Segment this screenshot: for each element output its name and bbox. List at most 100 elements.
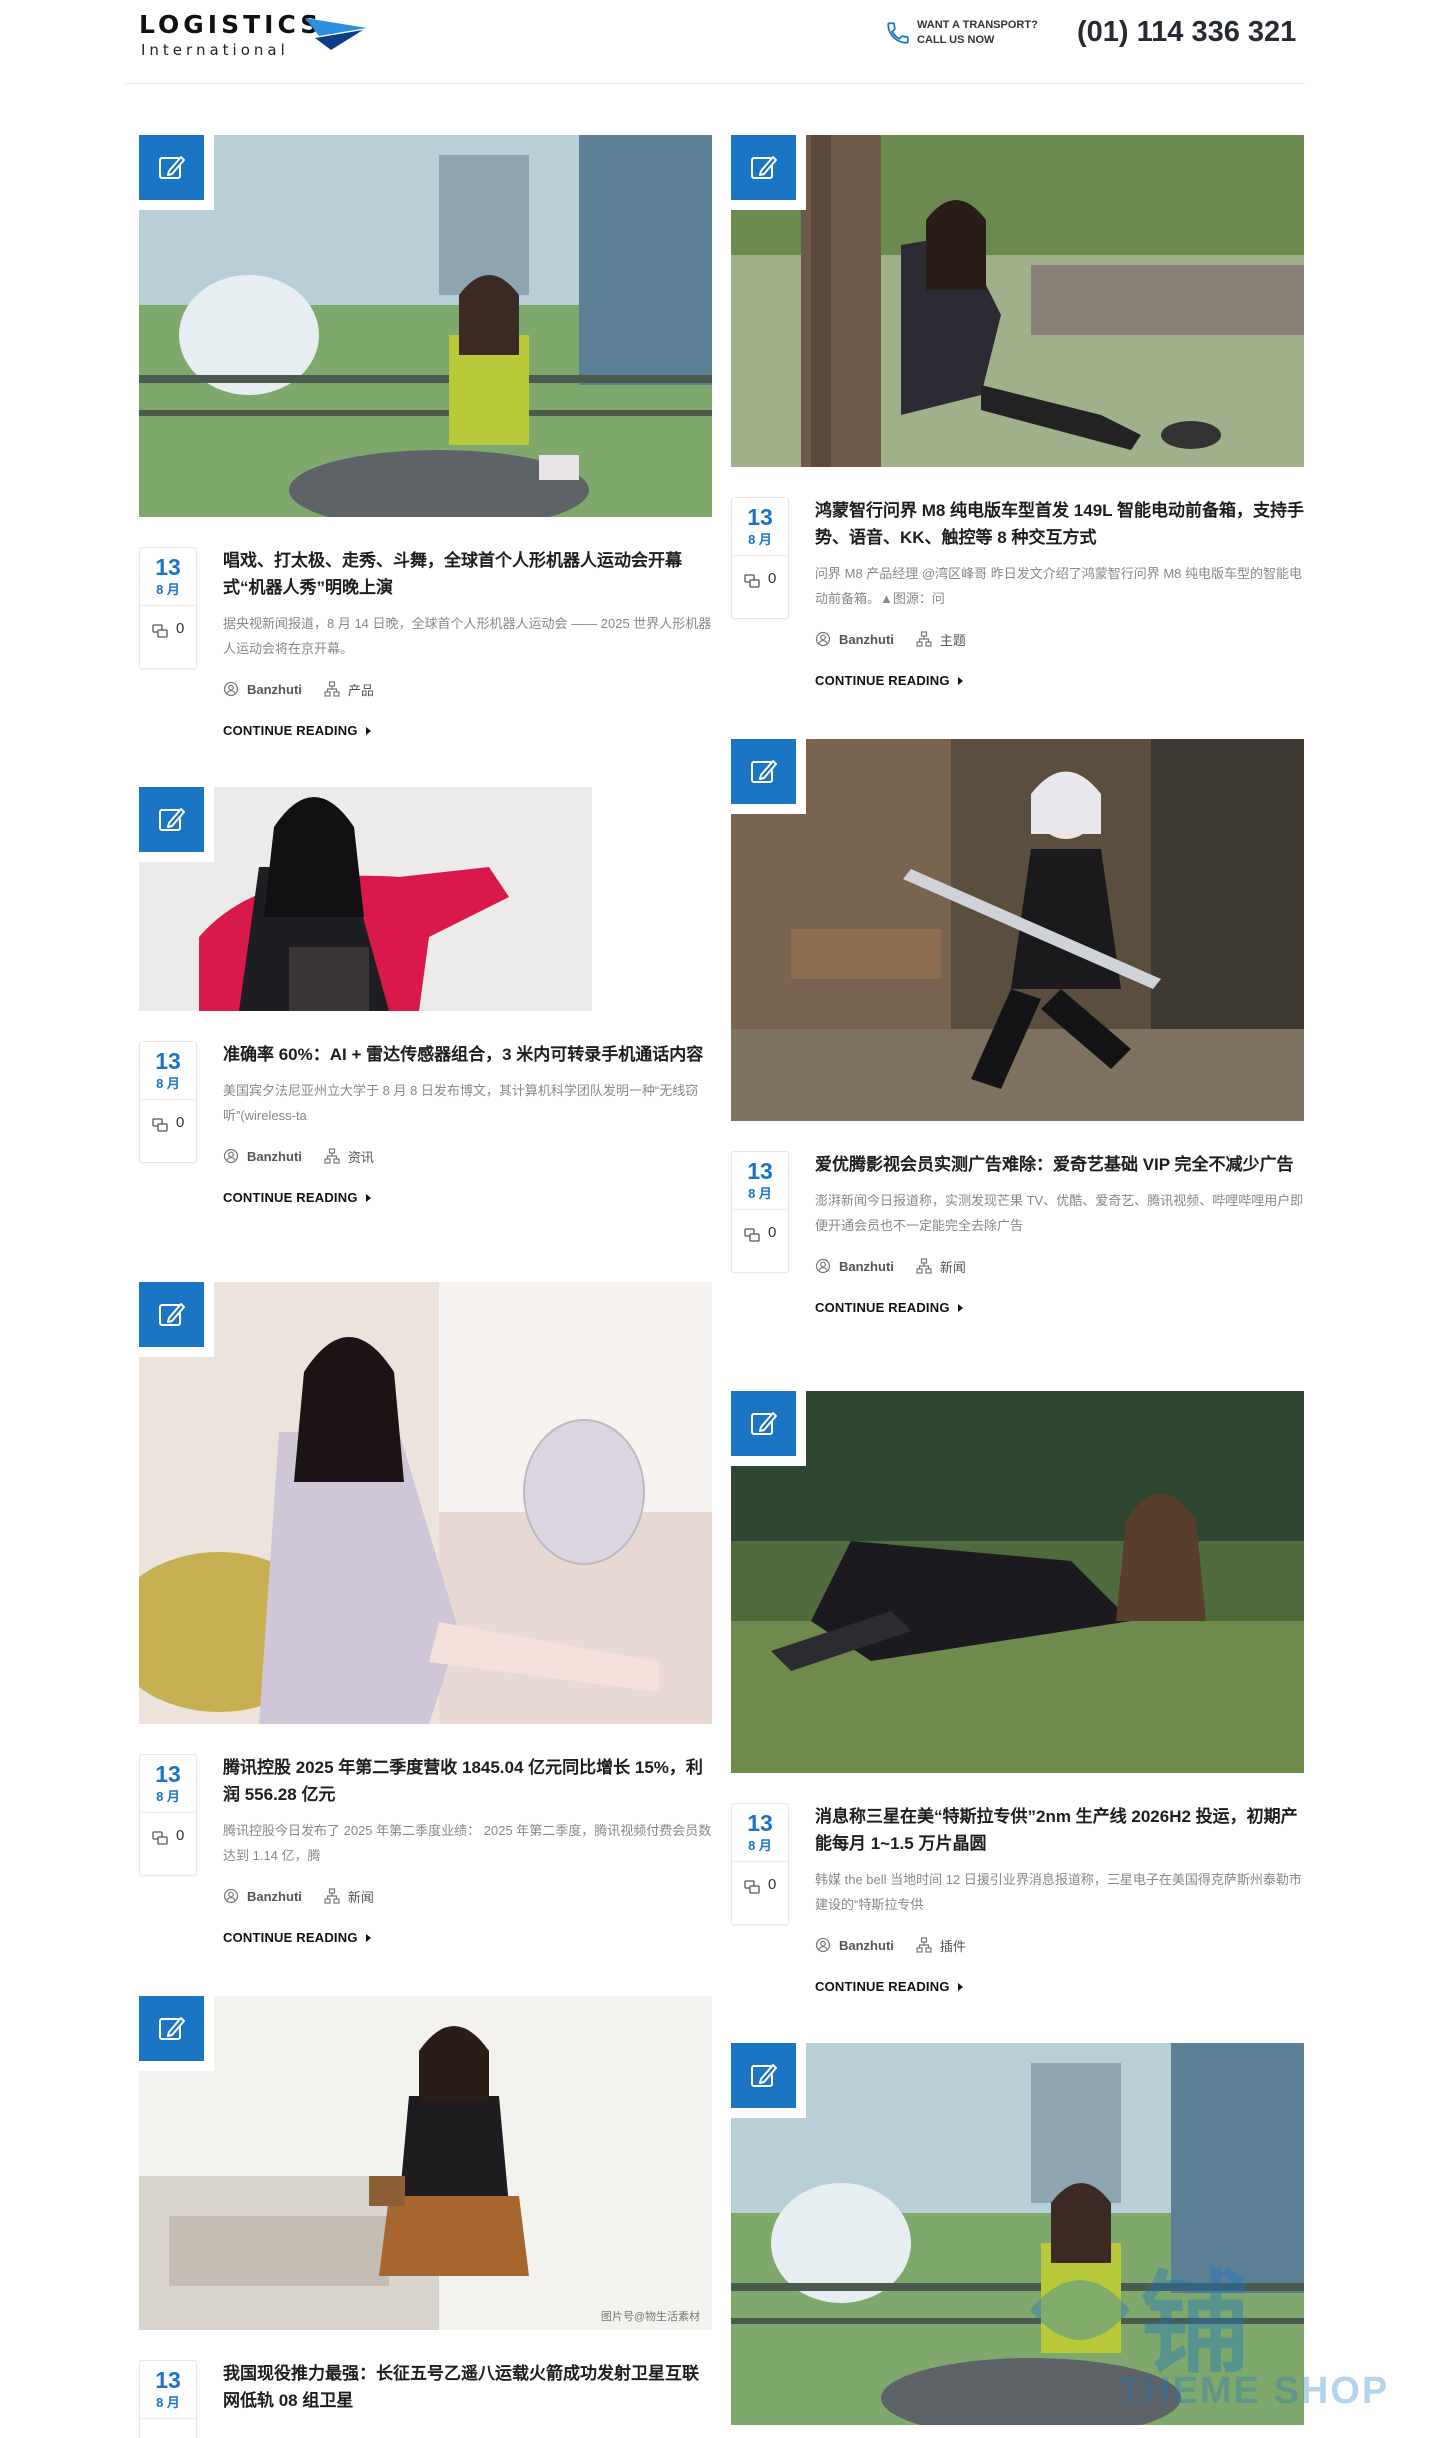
caret-right-icon xyxy=(365,1193,371,1202)
edit-badge[interactable] xyxy=(731,739,806,814)
post-title[interactable]: 唱戏、打太极、走秀、斗舞，全球首个人形机器人运动会开幕式“机器人秀”明晚上演 xyxy=(223,547,712,601)
continue-label: CONTINUE READING xyxy=(223,723,358,738)
date-day: 13 xyxy=(155,1048,181,1074)
phone-number[interactable]: (01) 114 336 321 xyxy=(1077,16,1296,49)
continue-label: CONTINUE READING xyxy=(815,673,950,688)
comment-count[interactable]: 0 xyxy=(744,570,784,592)
post-author[interactable]: Banzhuti xyxy=(815,1937,894,1953)
post-body: 13 8 月 我国现役推力最强：长征五号乙遥八运载火箭成功发射卫星互联网低轨 0… xyxy=(139,2330,712,2438)
post-category[interactable]: 插件 xyxy=(916,1936,966,1955)
post-title[interactable]: 鸿蒙智行问界 M8 纯电版车型首发 149L 智能电动前备箱，支持手势、语音、K… xyxy=(815,497,1304,551)
user-icon xyxy=(815,1258,831,1274)
category-name: 新闻 xyxy=(347,1889,374,1905)
post-thumbnail[interactable] xyxy=(139,135,712,517)
continue-reading-link[interactable]: CONTINUE READING xyxy=(223,1190,712,1205)
post-title[interactable]: 消息称三星在美“特斯拉专供”2nm 生产线 2026H2 投运，初期产能每月 1… xyxy=(815,1803,1304,1857)
post-body: 13 8 月 0 腾讯控股 2025 年第二季度营收 1845.04 亿元同比增… xyxy=(139,1724,712,1945)
call-to-action[interactable]: WANT A TRANSPORT? CALL US NOW (01) 114 3… xyxy=(885,16,1305,56)
comment-icon xyxy=(744,1880,760,1896)
watermark-logo-icon xyxy=(1030,2280,1130,2340)
post-image xyxy=(139,787,712,1011)
post-card: 13 8 月 0 消息称三星在美“特斯拉专供”2nm 生产线 2026H2 投运… xyxy=(731,1391,1304,1994)
post-category[interactable]: 新闻 xyxy=(916,1257,966,1276)
post-thumbnail[interactable] xyxy=(139,787,712,1011)
post-title[interactable]: 准确率 60%：AI + 雷达传感器组合，3 米内可转录手机通话内容 xyxy=(223,1041,712,1068)
comment-count[interactable]: 0 xyxy=(744,1876,784,1898)
caret-right-icon xyxy=(957,1982,963,1991)
comment-count-value: 0 xyxy=(176,620,185,637)
post-date: 13 8 月 0 xyxy=(731,1151,789,1273)
date-day: 13 xyxy=(155,554,181,580)
continue-reading-link[interactable]: CONTINUE READING xyxy=(815,673,1304,688)
comment-icon xyxy=(152,1118,168,1134)
post-title[interactable]: 我国现役推力最强：长征五号乙遥八运载火箭成功发射卫星互联网低轨 08 组卫星 xyxy=(223,2360,712,2414)
post-category[interactable]: 主题 xyxy=(916,630,966,649)
comment-count[interactable]: 0 xyxy=(744,1224,784,1246)
continue-reading-link[interactable]: CONTINUE READING xyxy=(815,1300,1304,1315)
comment-count[interactable]: 0 xyxy=(152,620,192,642)
post-excerpt: 腾讯控股今日发布了 2025 年第二季度业绩： 2025 年第二季度，腾讯视频付… xyxy=(223,1823,712,1863)
post-thumbnail[interactable] xyxy=(731,1391,1304,1773)
date-month: 8 月 xyxy=(156,582,180,597)
post-title[interactable]: 腾讯控股 2025 年第二季度营收 1845.04 亿元同比增长 15%，利润 … xyxy=(223,1754,712,1808)
date-day: 13 xyxy=(155,2367,181,2393)
post-title[interactable]: 爱优腾影视会员实测广告难除：爱奇艺基础 VIP 完全不减少广告 xyxy=(815,1151,1304,1178)
post-author[interactable]: Banzhuti xyxy=(223,1888,302,1904)
post-category[interactable]: 产品 xyxy=(324,680,374,699)
comment-count[interactable]: 0 xyxy=(152,1114,192,1136)
caret-right-icon xyxy=(957,1303,963,1312)
comment-count-value: 0 xyxy=(176,1114,185,1131)
continue-label: CONTINUE READING xyxy=(815,1979,950,1994)
post-thumbnail[interactable]: 图片号@物生活素材 xyxy=(139,1996,712,2330)
post-category[interactable]: 新闻 xyxy=(324,1887,374,1906)
edit-icon xyxy=(156,804,188,836)
category-icon xyxy=(916,1937,932,1953)
post-author[interactable]: Banzhuti xyxy=(815,1258,894,1274)
user-icon xyxy=(223,681,239,697)
comment-icon xyxy=(744,574,760,590)
post-meta: Banzhuti 主题 xyxy=(815,627,1304,651)
post-meta: Banzhuti 插件 xyxy=(815,1933,1304,1957)
user-icon xyxy=(223,1148,239,1164)
post-author[interactable]: Banzhuti xyxy=(223,1148,302,1164)
logo-subtitle: International xyxy=(141,41,289,59)
post-excerpt: 澎湃新闻今日报道称，实测发现芒果 TV、优酷、爱奇艺、腾讯视频、哔哩哔哩用户即便… xyxy=(815,1193,1304,1233)
author-name: Banzhuti xyxy=(839,631,894,647)
continue-reading-link[interactable]: CONTINUE READING xyxy=(815,1979,1304,1994)
post-author[interactable]: Banzhuti xyxy=(815,631,894,647)
edit-badge[interactable] xyxy=(731,2043,806,2118)
category-icon xyxy=(324,1148,340,1164)
continue-reading-link[interactable]: CONTINUE READING xyxy=(223,723,712,738)
category-name: 资讯 xyxy=(347,1149,374,1165)
comment-count[interactable]: 0 xyxy=(152,1827,192,1849)
user-icon xyxy=(223,1888,239,1904)
post-meta: Banzhuti 新闻 xyxy=(223,1884,712,1908)
post-thumbnail[interactable] xyxy=(731,135,1304,467)
post-body: 13 8 月 0 爱优腾影视会员实测广告难除：爱奇艺基础 VIP 完全不减少广告… xyxy=(731,1121,1304,1315)
comment-count-value: 0 xyxy=(768,1876,777,1893)
author-name: Banzhuti xyxy=(247,1888,302,1904)
comment-icon xyxy=(744,1228,760,1244)
post-card: 13 8 月 0 腾讯控股 2025 年第二季度营收 1845.04 亿元同比增… xyxy=(139,1282,712,1945)
logo-wing-icon xyxy=(305,18,367,50)
edit-badge[interactable] xyxy=(139,1282,214,1357)
post-date: 13 8 月 0 xyxy=(139,547,197,669)
post-category[interactable]: 资讯 xyxy=(324,1147,374,1166)
post-body: 13 8 月 0 鸿蒙智行问界 M8 纯电版车型首发 149L 智能电动前备箱，… xyxy=(731,467,1304,688)
edit-badge[interactable] xyxy=(139,135,214,210)
post-card: 13 8 月 0 爱优腾影视会员实测广告难除：爱奇艺基础 VIP 完全不减少广告… xyxy=(731,739,1304,1315)
post-thumbnail[interactable] xyxy=(139,1282,712,1724)
continue-reading-link[interactable]: CONTINUE READING xyxy=(223,1930,712,1945)
edit-badge[interactable] xyxy=(139,787,214,862)
post-thumbnail[interactable] xyxy=(731,739,1304,1121)
post-card: 13 8 月 0 唱戏、打太极、走秀、斗舞，全球首个人形机器人运动会开幕式“机器… xyxy=(139,135,712,738)
post-date: 13 8 月 0 xyxy=(139,1041,197,1163)
edit-badge[interactable] xyxy=(731,1391,806,1466)
category-name: 产品 xyxy=(347,682,374,698)
date-day: 13 xyxy=(747,1158,773,1184)
post-date: 13 8 月 0 xyxy=(731,1803,789,1925)
edit-badge[interactable] xyxy=(731,135,806,210)
post-author[interactable]: Banzhuti xyxy=(223,681,302,697)
edit-badge[interactable] xyxy=(139,1996,214,2071)
site-logo[interactable]: LOGISTICS International xyxy=(139,10,369,62)
